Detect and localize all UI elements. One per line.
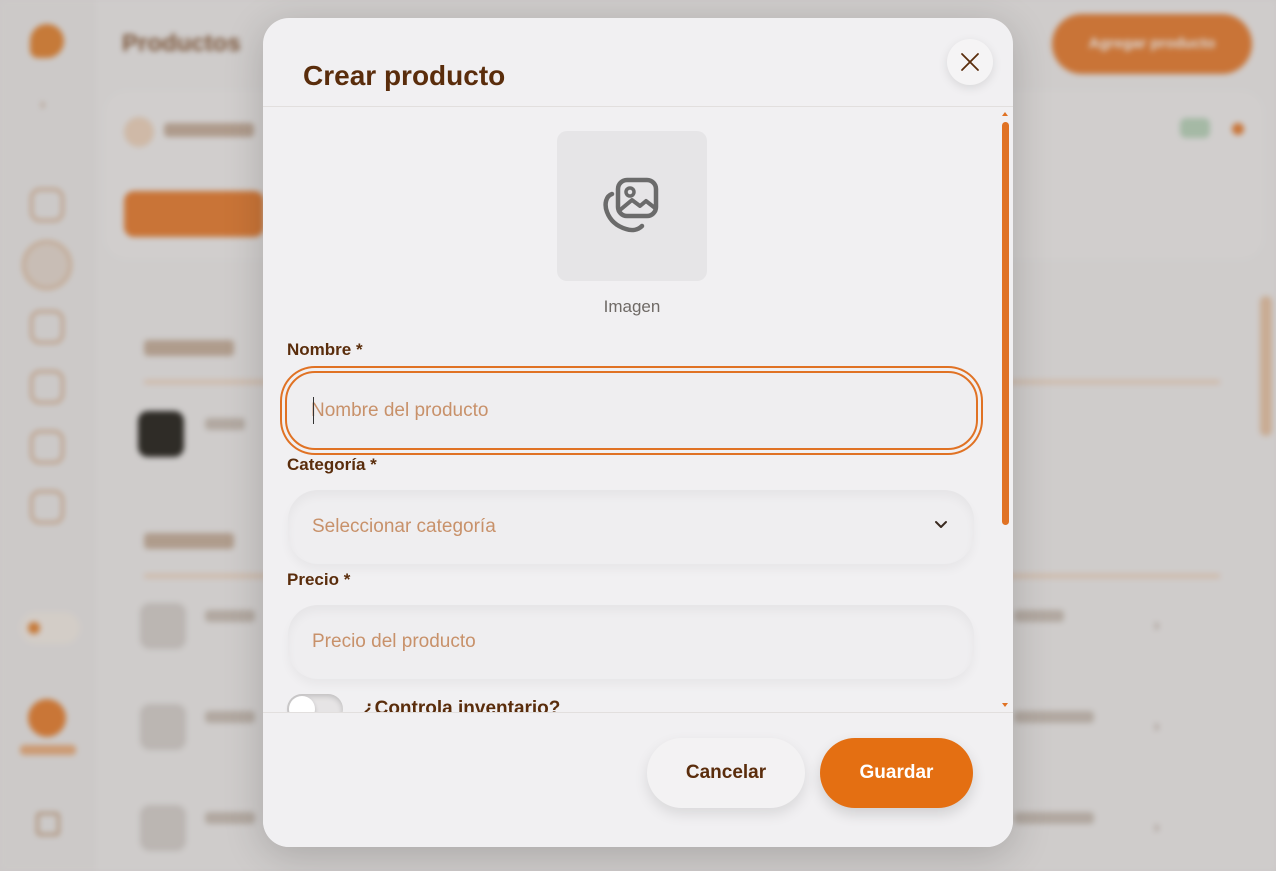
- save-button[interactable]: Guardar: [820, 738, 973, 808]
- chevron-down-icon: [935, 521, 947, 528]
- category-select[interactable]: Seleccionar categoría: [288, 490, 974, 564]
- scroll-down-arrow[interactable]: [1002, 703, 1008, 707]
- cancel-button[interactable]: Cancelar: [647, 738, 805, 808]
- modal-header: Crear producto: [263, 18, 1013, 107]
- price-label: Precio *: [287, 570, 351, 589]
- image-gallery-icon: [603, 177, 659, 233]
- image-upload-area[interactable]: [557, 131, 707, 281]
- price-input[interactable]: Precio del producto: [288, 605, 974, 679]
- scroll-up-arrow[interactable]: [1002, 112, 1008, 116]
- image-label: Imagen: [603, 297, 661, 316]
- category-label: Categoría *: [287, 455, 377, 474]
- category-placeholder: Seleccionar categoría: [312, 516, 496, 537]
- inventory-label: ¿Controla inventario?: [363, 698, 561, 712]
- modal-body: Imagen Nombre * Nombre del producto Cate…: [263, 108, 1013, 712]
- product-name-input[interactable]: Nombre del producto: [285, 371, 978, 450]
- price-placeholder: Precio del producto: [312, 631, 476, 652]
- create-product-modal: Crear producto Imagen Nombre * Nombre de…: [263, 18, 1013, 847]
- inventory-toggle[interactable]: [287, 694, 343, 712]
- close-button[interactable]: [947, 39, 993, 85]
- modal-title: Crear producto: [303, 60, 506, 91]
- modal-scrollbar-thumb[interactable]: [1002, 122, 1009, 525]
- text-caret: [313, 397, 314, 424]
- product-name-placeholder: Nombre del producto: [311, 400, 489, 421]
- modal-footer: Cancelar Guardar: [263, 712, 1013, 847]
- name-label: Nombre *: [287, 340, 363, 359]
- close-icon: [961, 53, 979, 71]
- toggle-knob: [289, 696, 315, 712]
